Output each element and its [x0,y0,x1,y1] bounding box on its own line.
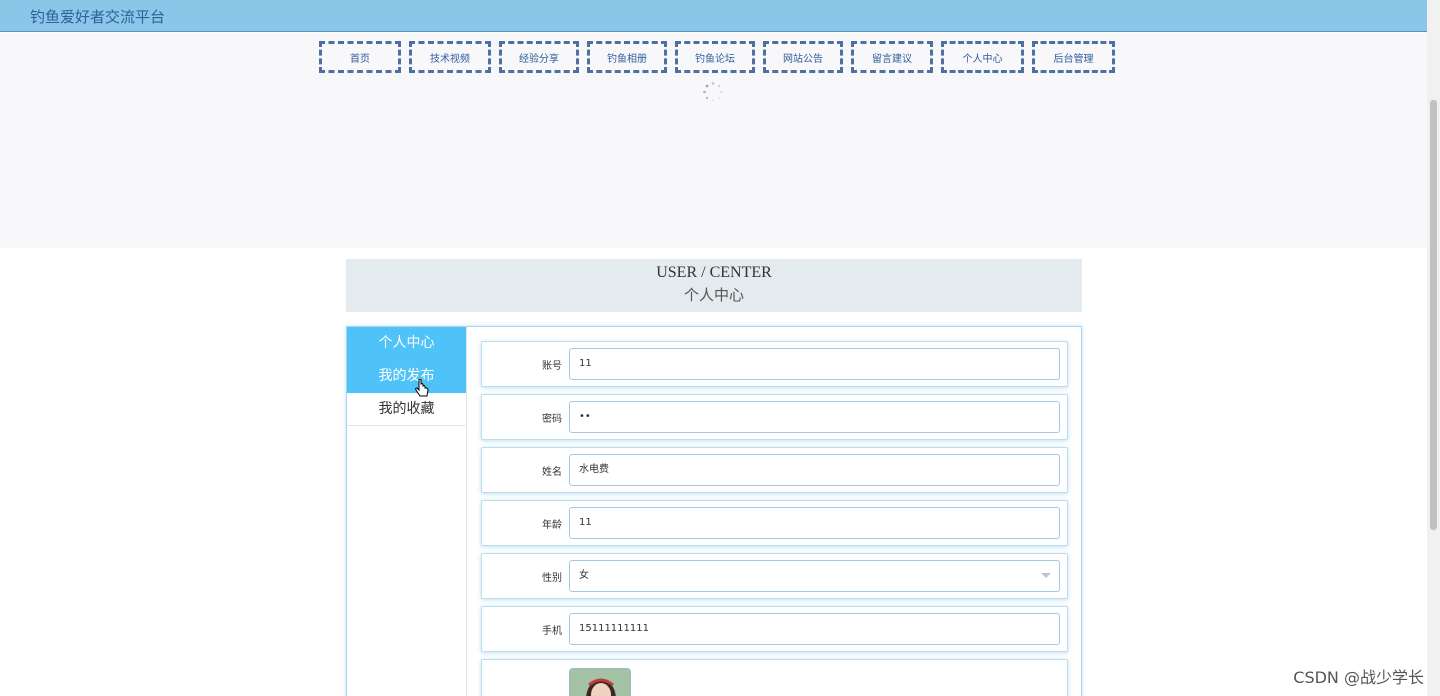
avatar-photo-icon [570,669,630,696]
form-row-phone: 手机 15111111111 [481,606,1068,652]
user-center-panel: 个人中心 我的发布 我的收藏 账号 11 密码 •• 姓名 水电费 年龄 11 … [346,326,1082,696]
form-row-password: 密码 •• [481,394,1068,440]
sidebar: 个人中心 我的发布 我的收藏 [347,327,467,696]
form-row-account: 账号 11 [481,341,1068,387]
nav-item-feedback[interactable]: 留言建议 [851,41,933,73]
main-nav: 首页 技术视频 经验分享 钓鱼相册 钓鱼论坛 网站公告 留言建议 个人中心 后台… [319,41,1115,73]
site-title[interactable]: 钓鱼爱好者交流平台 [30,6,165,27]
phone-input[interactable]: 15111111111 [569,613,1060,645]
sidebar-item-my-posts[interactable]: 我的发布 [347,360,466,393]
nav-item-experience[interactable]: 经验分享 [499,41,579,73]
gender-label: 性别 [542,573,562,584]
form-row-gender: 性别 女 [481,553,1068,599]
gender-select[interactable]: 女 [569,560,1060,592]
nav-item-admin[interactable]: 后台管理 [1032,41,1115,73]
name-label: 姓名 [542,467,562,478]
gender-value: 女 [579,570,589,581]
chevron-down-icon [1041,573,1051,578]
age-label: 年龄 [542,520,562,531]
password-input[interactable]: •• [569,401,1060,433]
phone-label: 手机 [542,626,562,637]
hero-banner: 首页 技术视频 经验分享 钓鱼相册 钓鱼论坛 网站公告 留言建议 个人中心 后台… [0,33,1427,248]
section-title-cn: 个人中心 [683,288,744,304]
account-input[interactable]: 11 [569,348,1060,380]
form-row-age: 年龄 11 [481,500,1068,546]
top-bar: 钓鱼爱好者交流平台 [0,0,1427,32]
form-row-name: 姓名 水电费 [481,447,1068,493]
age-input[interactable]: 11 [569,507,1060,539]
password-label: 密码 [542,414,562,425]
watermark: CSDN @战少学长 [1293,668,1424,687]
nav-item-album[interactable]: 钓鱼相册 [587,41,667,73]
scrollbar-thumb[interactable] [1430,100,1437,530]
loading-spinner-icon [703,82,723,102]
account-label: 账号 [542,361,562,372]
nav-item-forum[interactable]: 钓鱼论坛 [675,41,755,73]
section-title: USER / CENTER 个人中心 [346,259,1082,312]
sidebar-item-my-favorites[interactable]: 我的收藏 [347,393,466,426]
form-row-avatar [481,659,1068,696]
nav-item-announcements[interactable]: 网站公告 [763,41,843,73]
name-input[interactable]: 水电费 [569,454,1060,486]
nav-item-home[interactable]: 首页 [319,41,401,73]
avatar[interactable] [569,668,631,696]
sidebar-item-user-center[interactable]: 个人中心 [347,327,466,360]
profile-form: 账号 11 密码 •• 姓名 水电费 年龄 11 性别 女 手机 1511111… [481,341,1068,696]
nav-item-tech-videos[interactable]: 技术视频 [409,41,491,73]
hand-cursor-icon [415,379,429,397]
page-scrollbar[interactable] [1427,0,1440,696]
section-title-en: USER / CENTER [656,264,772,281]
nav-item-user-center[interactable]: 个人中心 [941,41,1024,73]
